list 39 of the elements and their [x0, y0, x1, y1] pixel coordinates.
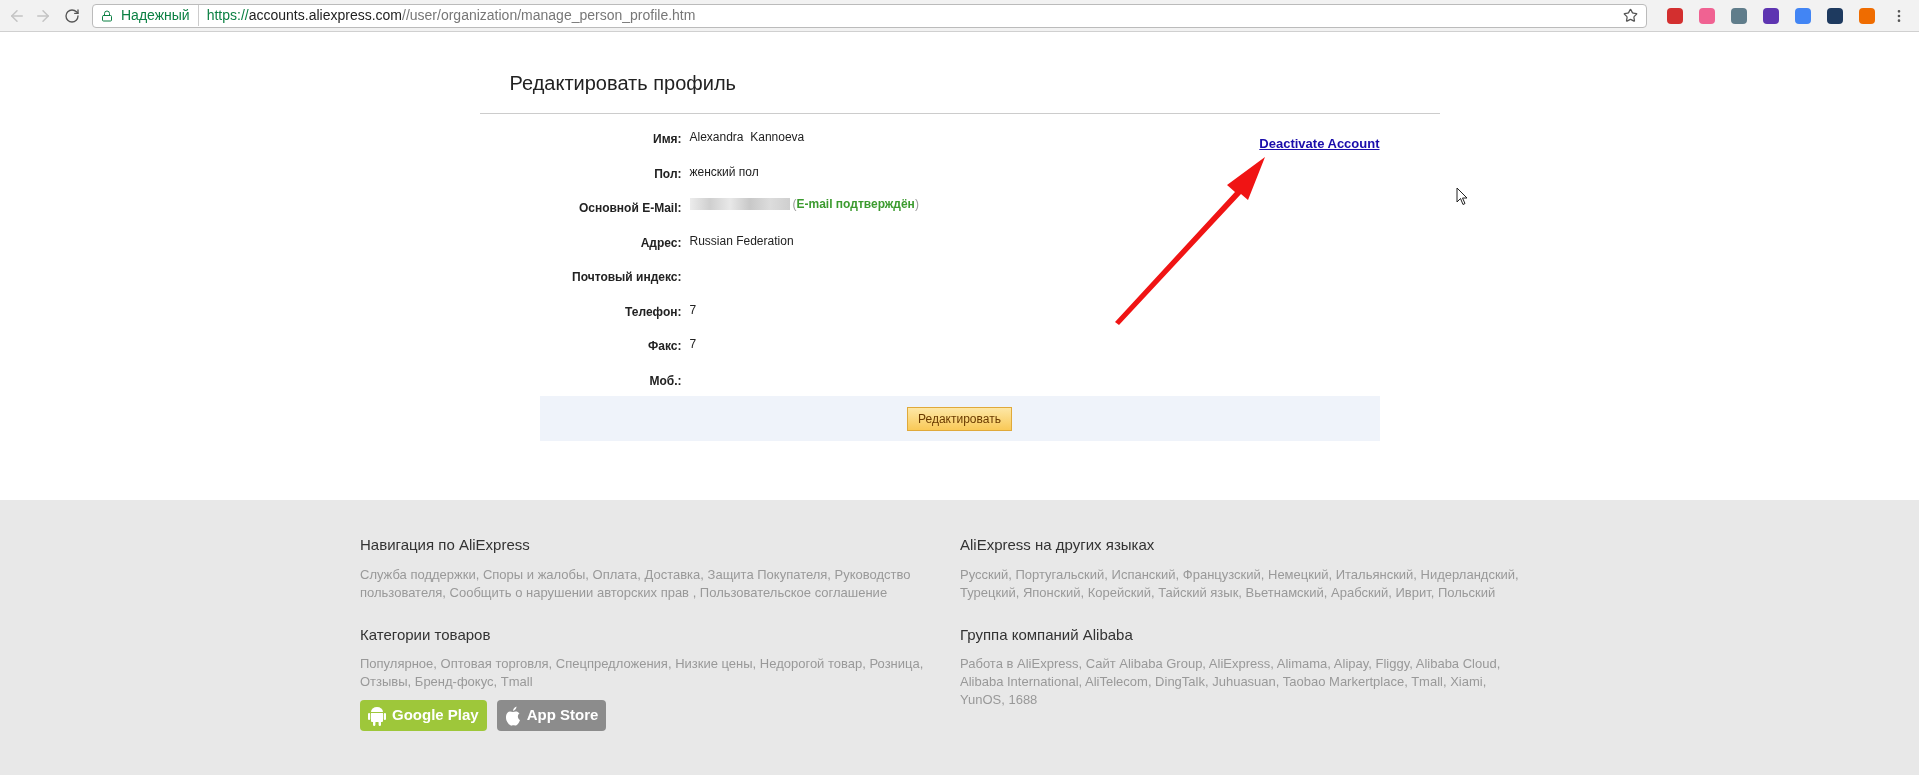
footer-links: Русский, Португальский, Испанский, Французский, Немецкий, Итальянский, Нидерландский, Турецкий, Японский, Корейский, Тайский язык, Вьетнамский, Арабский, Иврит, Польский [960, 565, 1520, 602]
footer-links: Работа в AliExpress, Сайт Alibaba Group, AliExpress, Alimama, Alipay, Fliggy, Alibaba Cloud, Alibaba International, AliTelecom, DingTalk, Juhuasuan, Taobao Markertplace, Tmall, Xiami, YunOS, 1688 [960, 655, 1502, 709]
field-label: Пол: [653, 165, 683, 183]
footer-links: Популярное, Оптовая торговля, Спецпредложения, Низкие цены, Недорогой товар, Розница, Отзывы, Бренд-фокус, Tmall [360, 655, 925, 691]
field-value: женский пол [689, 163, 759, 181]
field-value: Russian Federation [689, 232, 794, 250]
field-label: Моб.: [648, 372, 683, 390]
footer-heading: Навигация по AliExpress [360, 535, 531, 555]
extension-icon[interactable] [1827, 7, 1843, 24]
mouse-cursor-icon [1456, 187, 1468, 206]
edit-button[interactable]: Редактировать [907, 406, 1012, 431]
footer-heading: AliExpress на других языках [960, 535, 1156, 555]
security-label: Надежный [121, 5, 199, 26]
page-title: Редактировать профиль [479, 68, 1440, 114]
field-label: Основной E-Mail: [577, 200, 683, 217]
field-label: Адрес: [639, 234, 683, 252]
apple-icon [504, 705, 521, 726]
field-label: Почтовый индекс: [571, 269, 683, 286]
field-label: Телефон: [624, 303, 683, 321]
extension-icon[interactable] [1667, 7, 1683, 24]
address-bar[interactable]: Надежный https://accounts.aliexpress.com//user/organization/manage_person_profile.htm [92, 3, 1647, 28]
url-host: accounts.aliexpress.com [248, 6, 402, 25]
extension-icon[interactable] [1763, 7, 1779, 24]
email-status: (E-mail подтверждён) [792, 196, 919, 213]
footer-heading: Группа компаний Alibaba [960, 624, 1134, 645]
deactivate-account-link[interactable]: Deactivate Account [1259, 134, 1380, 154]
reload-icon[interactable] [64, 7, 80, 24]
android-icon [368, 705, 386, 726]
field-value: 7 [689, 301, 697, 319]
bookmark-star-icon[interactable] [1623, 8, 1638, 23]
footer-links: Служба поддержки, Споры и жалобы, Оплата, Доставка, Защита Покупателя, Руководство пользователя, Сообщить о нарушении авторских прав , Пользовательское соглашение [360, 565, 912, 602]
field-value: 7 [689, 336, 697, 353]
footer-heading: Категории товаров [360, 624, 492, 645]
url-scheme: https:// [206, 6, 249, 25]
field-label: Факс: [647, 338, 683, 355]
field-value: Alexandra Kannoeva [689, 129, 805, 146]
lock-icon [101, 9, 113, 22]
url-path: //user/organization/manage_person_profile.htm [402, 6, 696, 25]
field-label: Имя: [652, 131, 683, 148]
